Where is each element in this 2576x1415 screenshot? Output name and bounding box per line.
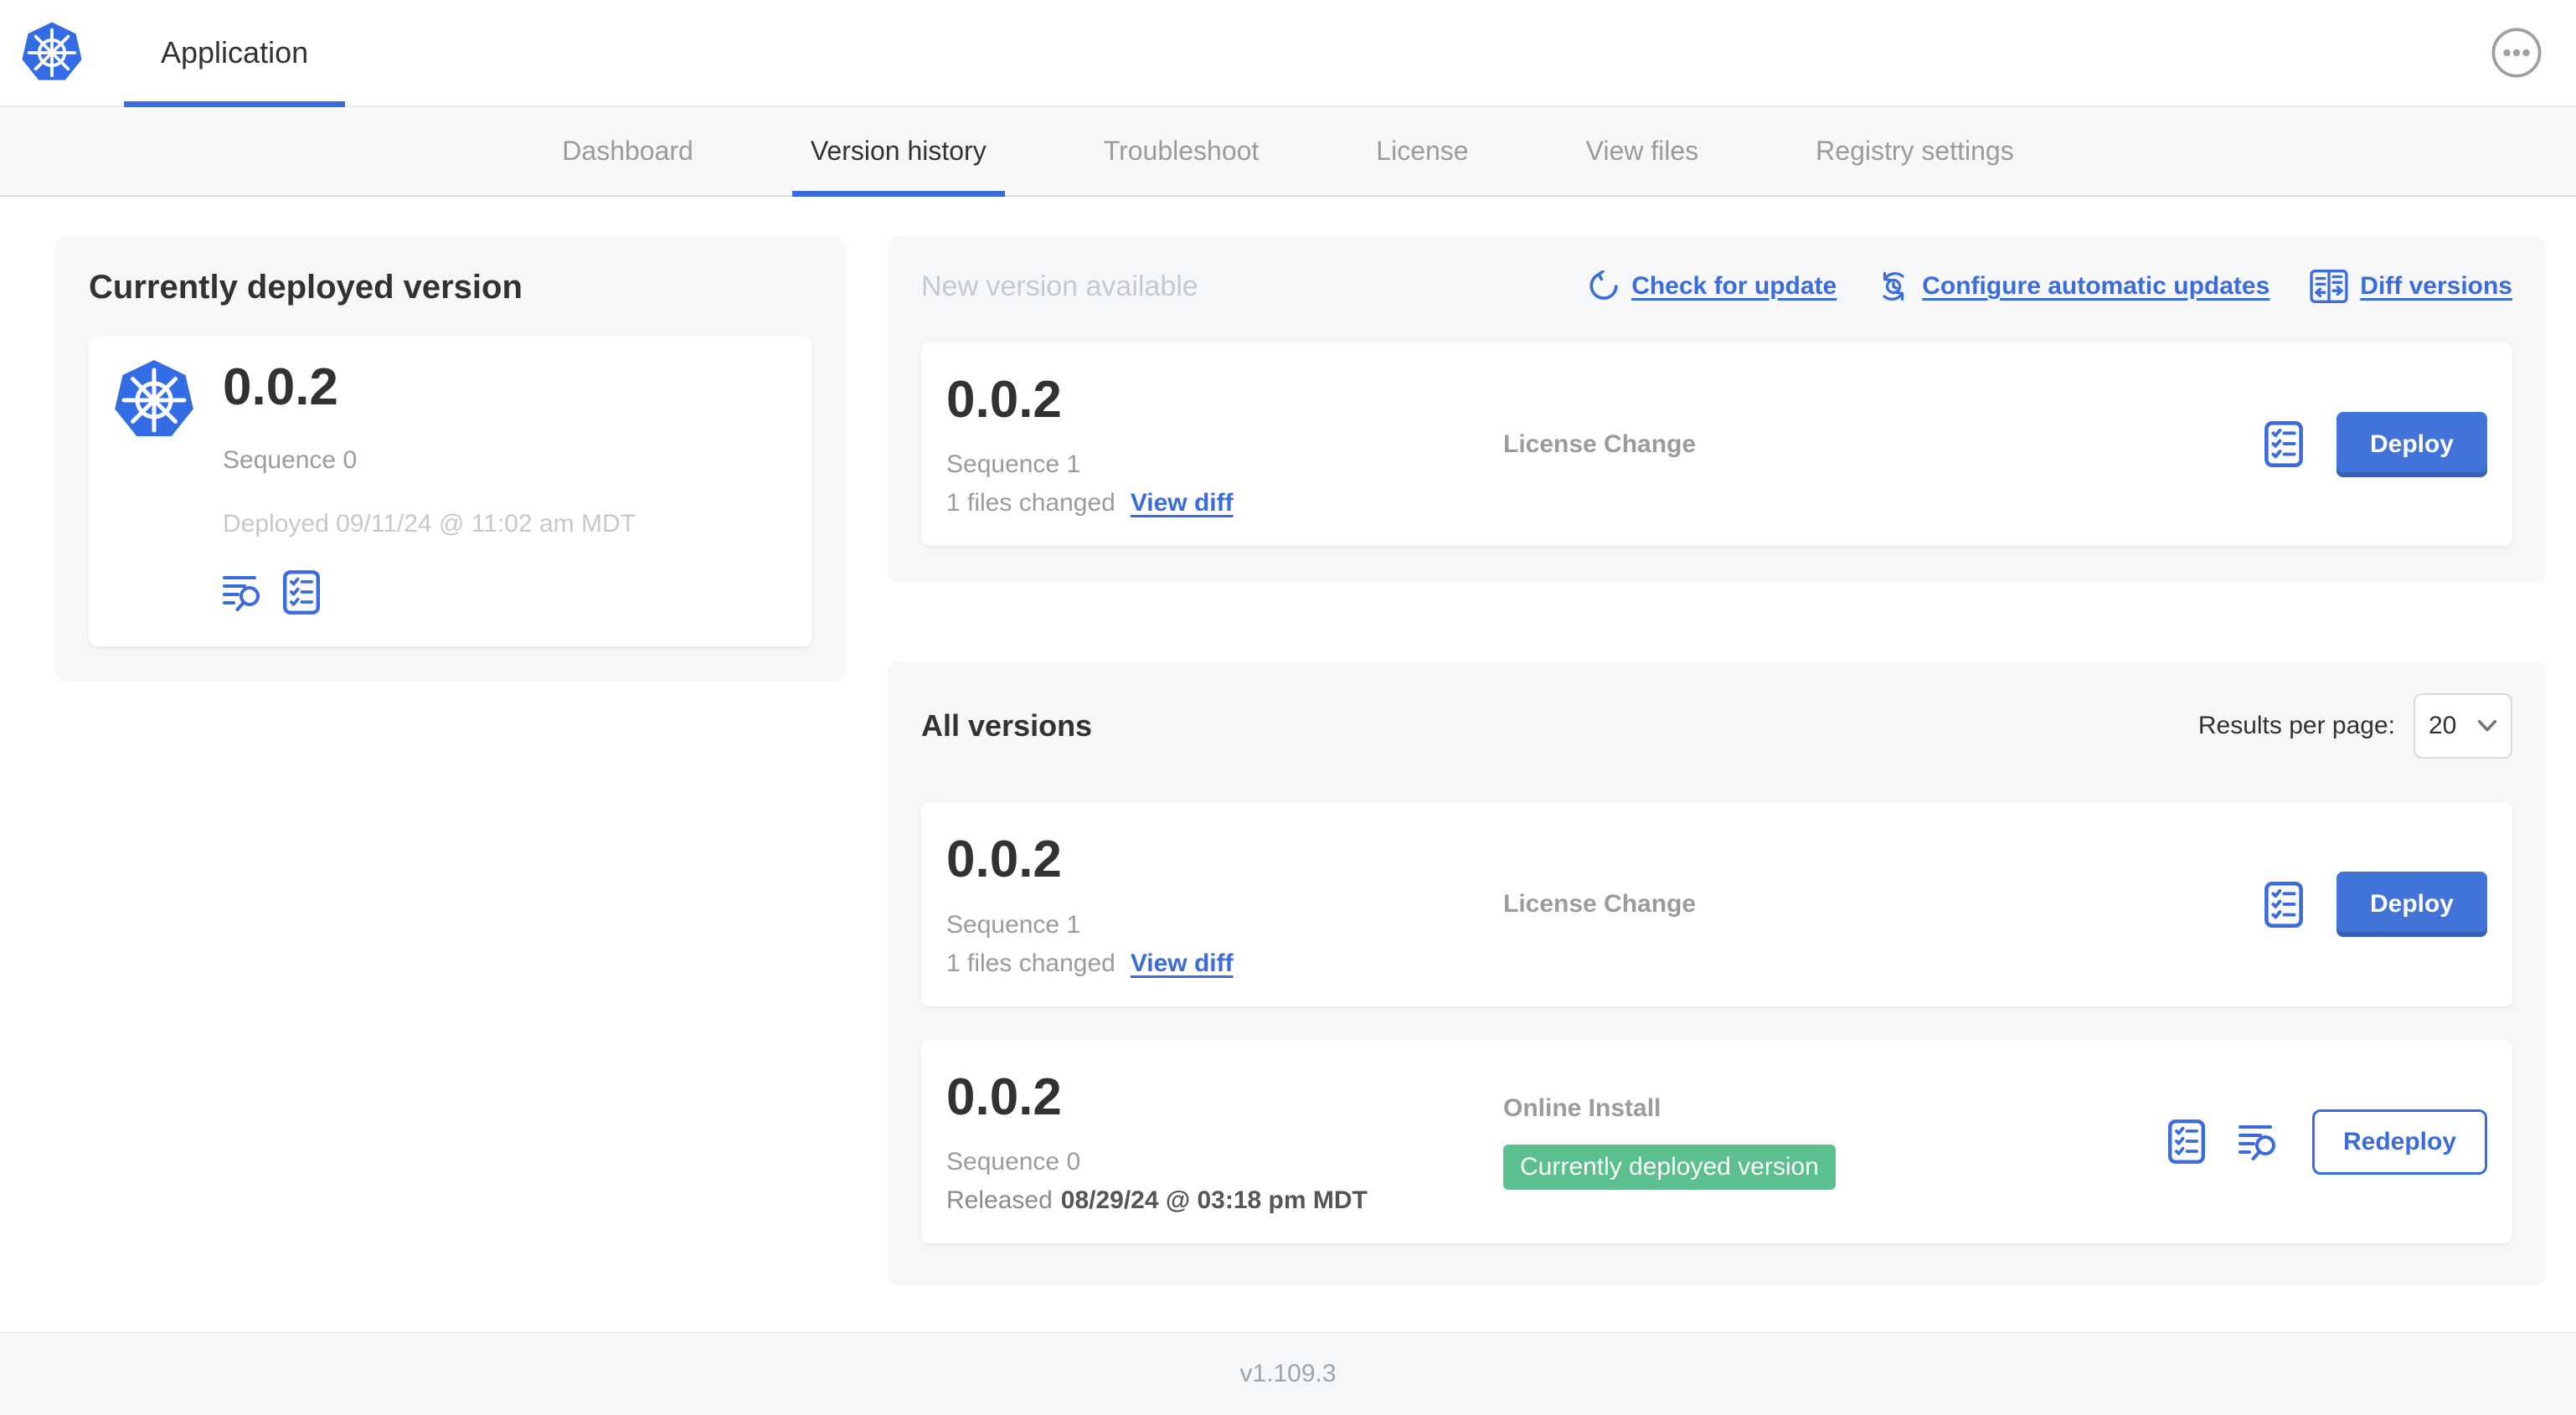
- redeploy-button[interactable]: Redeploy: [2311, 1109, 2487, 1175]
- files-changed-label: 1 files changed: [946, 489, 1115, 517]
- tab-label: License: [1376, 136, 1469, 166]
- version-source: Online Install Currently deployed versio…: [1503, 1094, 2168, 1190]
- preflight-checks-icon-button[interactable]: [2167, 1119, 2205, 1164]
- currently-deployed-badge: Currently deployed version: [1503, 1144, 1836, 1190]
- results-per-page: Results per page: 20: [2198, 693, 2512, 759]
- version-number: 0.0.2: [946, 1068, 1062, 1126]
- files-changed-row: 1 files changed View diff: [946, 949, 1234, 978]
- overflow-menu-button[interactable]: [2491, 27, 2543, 79]
- tab-label: Dashboard: [562, 136, 693, 166]
- version-row: 0.0.2 Sequence 0 Released 08/29/24 @ 03:1…: [921, 1039, 2512, 1244]
- page: Application Dashboard Version history Tr…: [0, 0, 2576, 1415]
- version-info: 0.0.2 Sequence 1 1 files changed View di…: [946, 371, 1503, 517]
- released-timestamp: Released 08/29/24 @ 03:18 pm MDT: [946, 1186, 1368, 1215]
- released-prefix: Released: [946, 1186, 1053, 1215]
- sequence-label: Sequence 0: [946, 1148, 1081, 1176]
- deploy-button[interactable]: Deploy: [2336, 411, 2487, 477]
- currently-deployed-title: Currently deployed version: [89, 269, 523, 306]
- chevron-down-icon: [2477, 719, 2497, 733]
- check-for-update-label: Check for update: [1631, 272, 1837, 300]
- sequence-label: Sequence 1: [946, 450, 1081, 479]
- version-number: 0.0.2: [223, 358, 338, 416]
- configure-automatic-updates-label: Configure automatic updates: [1922, 272, 2270, 300]
- tab-label: Registry settings: [1816, 136, 2014, 166]
- secondary-nav: Dashboard Version history Troubleshoot L…: [0, 107, 2576, 197]
- tab-troubleshoot[interactable]: Troubleshoot: [1085, 107, 1278, 195]
- released-date: 08/29/24 @ 03:18 pm MDT: [1060, 1186, 1368, 1215]
- version-number: 0.0.2: [946, 831, 1062, 889]
- version-info: 0.0.2 Sequence 1 1 files changed View di…: [946, 831, 1503, 977]
- clock-sync-icon: [1877, 270, 1910, 303]
- results-per-page-label: Results per page:: [2197, 712, 2395, 740]
- tab-dashboard[interactable]: Dashboard: [544, 107, 712, 195]
- view-logs-icon-button[interactable]: [223, 574, 263, 612]
- app-footer: v1.109.3: [0, 1332, 2576, 1415]
- version-source: License Change: [1503, 890, 2264, 918]
- new-version-card: 0.0.2 Sequence 1 1 files changed View di…: [921, 342, 2512, 547]
- version-number: 0.0.2: [946, 371, 1062, 429]
- all-versions-header: All versions Results per page: 20: [921, 693, 2512, 759]
- results-per-page-select[interactable]: 20: [2414, 693, 2512, 759]
- view-logs-icon-button[interactable]: [2238, 1123, 2279, 1161]
- kots-version-label: v1.109.3: [1239, 1360, 1337, 1387]
- deployed-timestamp: Deployed 09/11/24 @ 11:02 am MDT: [223, 510, 636, 538]
- sequence-label: Sequence 0: [223, 446, 358, 475]
- view-diff-link[interactable]: View diff: [1131, 489, 1234, 517]
- deployed-version-card: 0.0.2 Sequence 0 Deployed 09/11/24 @ 11:…: [89, 337, 812, 647]
- version-info: 0.0.2 Sequence 0 Released 08/29/24 @ 03:1…: [946, 1068, 1503, 1215]
- files-changed-row: 1 files changed View diff: [946, 489, 1234, 517]
- diff-columns-icon: [2310, 269, 2348, 304]
- kubernetes-logo-icon: [20, 21, 84, 85]
- refresh-icon: [1588, 270, 1620, 302]
- tab-registry-settings[interactable]: Registry settings: [1797, 107, 2032, 195]
- app-tab-label: Application: [161, 35, 309, 69]
- diff-versions-link[interactable]: Diff versions: [2310, 269, 2512, 304]
- preflight-checks-icon-button[interactable]: [2264, 881, 2303, 928]
- view-diff-link[interactable]: View diff: [1131, 949, 1234, 978]
- version-actions: Redeploy: [2167, 1109, 2487, 1175]
- configure-automatic-updates-link[interactable]: Configure automatic updates: [1877, 270, 2269, 303]
- tab-label: View files: [1585, 136, 1699, 166]
- version-row: 0.0.2 Sequence 1 1 files changed View di…: [921, 802, 2512, 1006]
- new-version-panel: New version available Check for update C…: [888, 237, 2546, 584]
- active-tab-underline: [124, 101, 346, 107]
- preflight-checks-icon-button[interactable]: [2264, 421, 2303, 468]
- release-source-label: Online Install: [1503, 1093, 1662, 1122]
- preflight-checks-icon-button[interactable]: [283, 570, 320, 615]
- currently-deployed-panel: Currently deployed version 0.0.2 Sequenc…: [55, 237, 846, 682]
- top-header: Application: [0, 0, 2576, 107]
- results-per-page-value: 20: [2429, 712, 2457, 740]
- files-changed-label: 1 files changed: [946, 949, 1115, 977]
- sequence-label: Sequence 1: [946, 910, 1081, 939]
- new-version-title: New version available: [921, 270, 1198, 302]
- all-versions-panel: All versions Results per page: 20 0.0.2 …: [888, 661, 2546, 1286]
- check-for-update-link[interactable]: Check for update: [1588, 270, 1837, 302]
- app-kubernetes-icon: [112, 358, 196, 615]
- update-actions: Check for update Configure automatic upd…: [1588, 269, 2512, 304]
- active-tab-underline: [791, 191, 1005, 197]
- all-versions-title: All versions: [921, 708, 1093, 744]
- version-source: License Change: [1503, 430, 2264, 459]
- release-source-label: License Change: [1503, 430, 1697, 458]
- app-tab-application[interactable]: Application: [124, 0, 346, 107]
- version-actions: Deploy: [2264, 411, 2487, 477]
- tab-version-history[interactable]: Version history: [791, 107, 1005, 197]
- tab-license[interactable]: License: [1358, 107, 1486, 195]
- main-content: Currently deployed version 0.0.2 Sequenc…: [0, 197, 2576, 1332]
- tab-view-files[interactable]: View files: [1568, 107, 1718, 195]
- deployed-version-actions: [223, 570, 320, 615]
- new-version-header: New version available Check for update C…: [921, 269, 2512, 304]
- tab-label: Version history: [810, 136, 987, 166]
- release-source-label: License Change: [1503, 890, 1697, 918]
- ellipsis-menu-icon: [2491, 27, 2543, 79]
- diff-versions-label: Diff versions: [2360, 272, 2512, 300]
- tab-label: Troubleshoot: [1103, 136, 1260, 166]
- right-column: New version available Check for update C…: [888, 237, 2546, 1286]
- deploy-button[interactable]: Deploy: [2336, 872, 2487, 938]
- version-actions: Deploy: [2264, 872, 2487, 938]
